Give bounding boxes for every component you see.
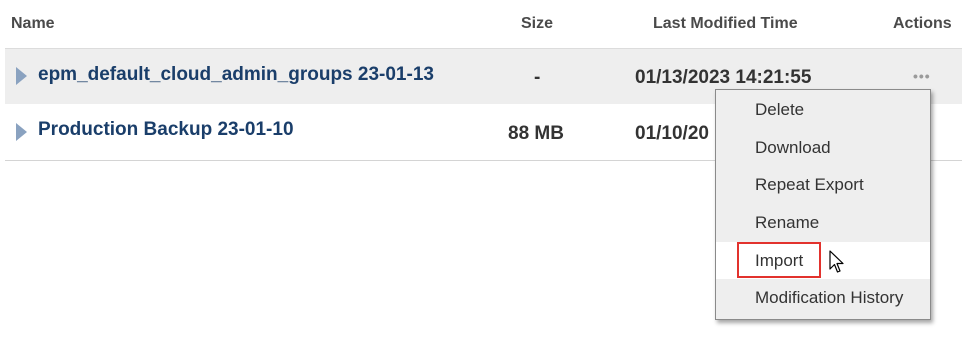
menu-item-label: Rename [755,213,820,232]
row-size: 88 MB [508,123,564,144]
menu-item-repeat-export[interactable]: Repeat Export [716,166,930,203]
header-last-modified[interactable]: Last Modified Time [653,15,798,33]
menu-item-delete[interactable]: Delete [716,91,930,128]
menu-item-label: Repeat Export [755,175,864,194]
header-name[interactable]: Name [11,15,55,33]
menu-item-label: Modification History [755,288,904,307]
menu-item-import[interactable]: Import [716,242,930,279]
header-actions: Actions [893,15,952,32]
menu-item-modification-history[interactable]: Modification History [716,279,930,316]
header-size[interactable]: Size [521,15,553,33]
menu-item-label: Delete [755,100,805,119]
row-name-link[interactable]: epm_default_cloud_admin_groups 23-01-13 [38,64,434,86]
row-modified-time: 01/13/2023 14:21:55 [635,67,812,88]
menu-item-label: Import [755,251,804,270]
expand-triangle-icon[interactable] [16,67,27,85]
menu-item-download[interactable]: Download [716,129,930,166]
row-size: - [534,67,541,88]
mouse-pointer-icon [829,250,844,273]
menu-item-label: Download [755,138,831,157]
more-horizontal-icon[interactable]: ••• [913,68,931,84]
actions-context-menu: Delete Download Repeat Export Rename Imp… [715,89,931,320]
row-name-link[interactable]: Production Backup 23-01-10 [38,119,294,141]
row-modified-time: 01/10/20 [635,123,709,144]
expand-triangle-icon[interactable] [16,123,27,141]
menu-item-rename[interactable]: Rename [716,204,930,241]
